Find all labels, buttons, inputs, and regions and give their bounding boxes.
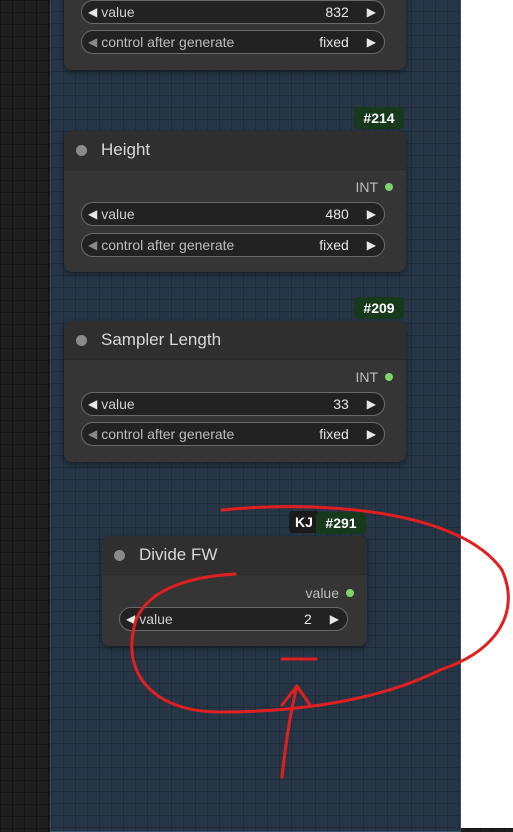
annotation-circle [130, 505, 510, 714]
annotation-overlay [130, 505, 510, 779]
